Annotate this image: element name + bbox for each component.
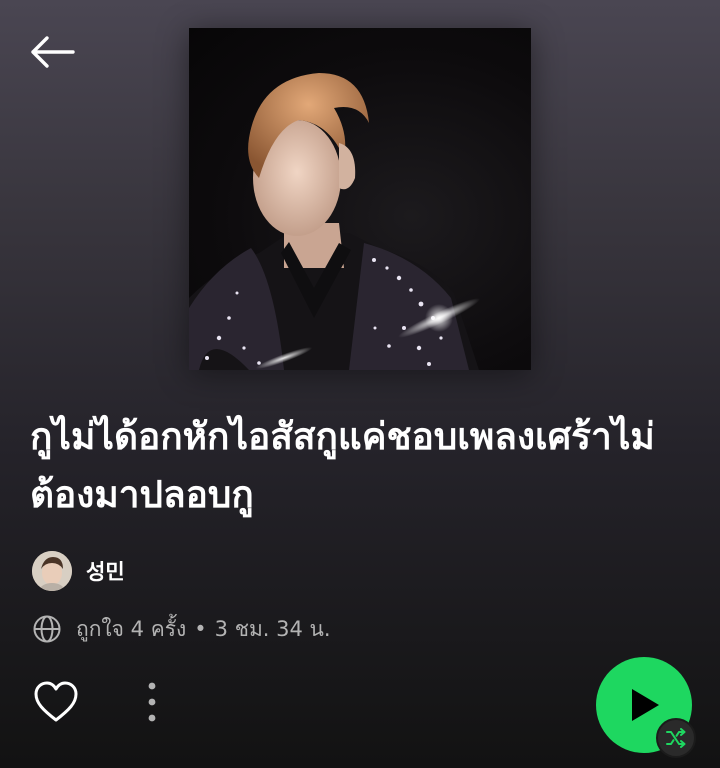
likes-count: ถูกใจ 4 ครั้ง	[76, 616, 187, 641]
more-vertical-icon	[148, 682, 156, 722]
playlist-duration: 3 ชม. 34 น.	[214, 616, 331, 641]
more-options-button[interactable]	[136, 678, 168, 726]
heart-outline-icon	[34, 681, 78, 722]
owner-name: 성민	[86, 560, 125, 584]
shuffle-icon	[666, 728, 686, 748]
playlist-owner[interactable]: 성민	[32, 551, 125, 591]
shuffle-button[interactable]	[656, 718, 696, 758]
play-icon	[632, 689, 659, 721]
playlist-title: กูไม่ได้อกหักไอสัสกูแค่ชอบเพลงเศร้าไม่ต้…	[30, 415, 655, 516]
playlist-meta: ถูกใจ 4 ครั้ง • 3 ชม. 34 น.	[32, 612, 331, 646]
like-button[interactable]	[33, 680, 79, 724]
arrow-left-icon	[31, 36, 75, 68]
avatar	[32, 551, 72, 591]
meta-separator: •	[194, 617, 207, 641]
playlist-cover-image	[189, 28, 531, 370]
globe-icon	[33, 615, 61, 643]
back-button[interactable]	[26, 32, 78, 72]
